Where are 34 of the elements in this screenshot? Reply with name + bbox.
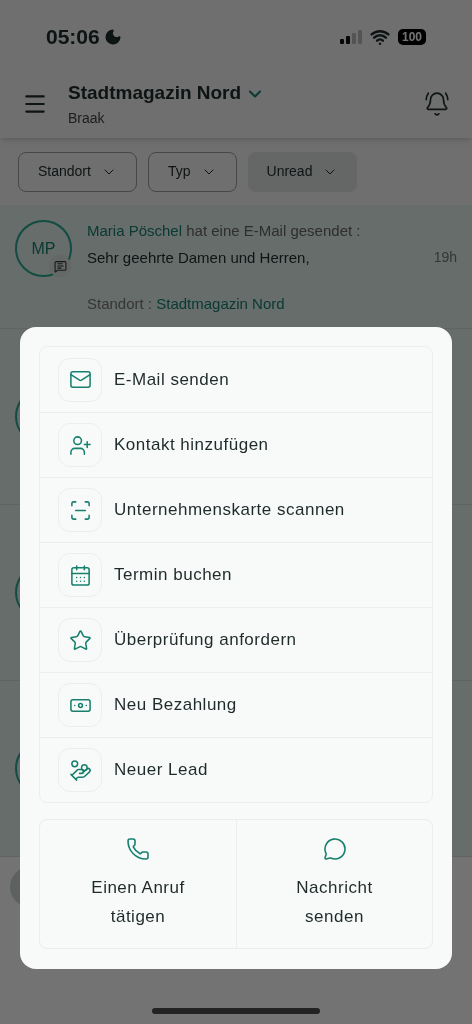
action-item[interactable]: Termin buchen	[40, 542, 432, 607]
quick-action-button[interactable]: Einen Anruf tätigen	[40, 820, 236, 948]
moon-icon	[103, 28, 122, 46]
battery-indicator: 100	[397, 29, 426, 45]
action-item[interactable]: Neuer Lead	[40, 737, 432, 802]
message-badge-icon	[49, 255, 71, 277]
quick-action-button[interactable]: Nachricht senden	[236, 820, 432, 948]
action-item[interactable]: Kontakt hinzufügen	[40, 412, 432, 477]
avatar: MP	[15, 220, 72, 277]
mail-icon	[68, 368, 92, 391]
calendar-icon	[68, 563, 92, 587]
notification-location: Standort : Stadtmagazin Nord	[87, 294, 286, 314]
business-title[interactable]: Stadtmagazin Nord	[68, 79, 242, 108]
action-item[interactable]: Unternehmenskarte scannen	[40, 477, 432, 542]
notification-time: 19h	[433, 248, 457, 268]
user-plus-icon	[68, 433, 92, 457]
hand-coins-icon	[68, 758, 92, 782]
star-icon	[68, 628, 92, 652]
action-item[interactable]: Überprüfung anfordern	[40, 607, 432, 672]
filter-dropdown[interactable]: Standort	[18, 151, 137, 192]
notification-bell-icon[interactable]	[424, 91, 450, 117]
filter-dropdown[interactable]: Typ	[147, 151, 237, 192]
chat-bubble-icon	[322, 837, 347, 861]
wifi-icon	[369, 27, 390, 47]
action-item[interactable]: E-Mail senden	[40, 347, 432, 412]
business-subtitle: Braak	[68, 108, 106, 128]
notification-preview: Sehr geehrte Damen und Herren,	[87, 247, 310, 268]
signal-icon	[339, 30, 362, 44]
notification-row[interactable]: MP Maria Pöschel hat eine E-Mail gesendet : Sehr geehrte Damen und Herren, 19h Standort : Stadtmagazin Nord	[0, 205, 472, 329]
status-time: 05:06	[46, 24, 100, 51]
phone-icon	[126, 837, 150, 861]
action-item[interactable]: Neu Bezahlung	[40, 672, 432, 737]
notification-title: Maria Pöschel hat eine E-Mail gesendet :	[87, 221, 362, 241]
scan-frame-icon	[68, 498, 92, 522]
